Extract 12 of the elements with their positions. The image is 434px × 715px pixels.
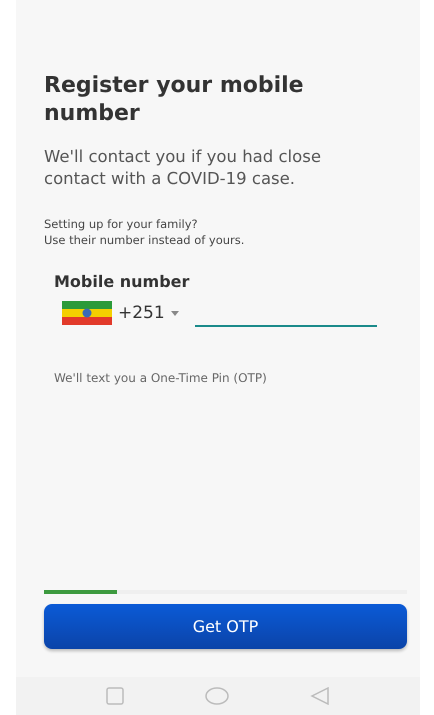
square-icon[interactable] [106,687,124,705]
page-title: Register your mobile number [44,72,305,128]
flag-icon [62,301,112,325]
circle-icon[interactable] [204,687,229,705]
field-label: Mobile number [54,272,190,291]
back-icon[interactable] [310,687,330,705]
get-otp-button[interactable]: Get OTP [44,604,407,649]
family-note: Setting up for your family? Use their number instead of yours. [44,216,246,248]
otp-note: We'll text you a One-Time Pin (OTP) [54,371,268,385]
country-code-select[interactable]: +251 [62,301,179,325]
caret-icon [170,310,179,316]
subtitle: We'll contact you if you had close contact with a COVID-19 case. [44,146,322,190]
